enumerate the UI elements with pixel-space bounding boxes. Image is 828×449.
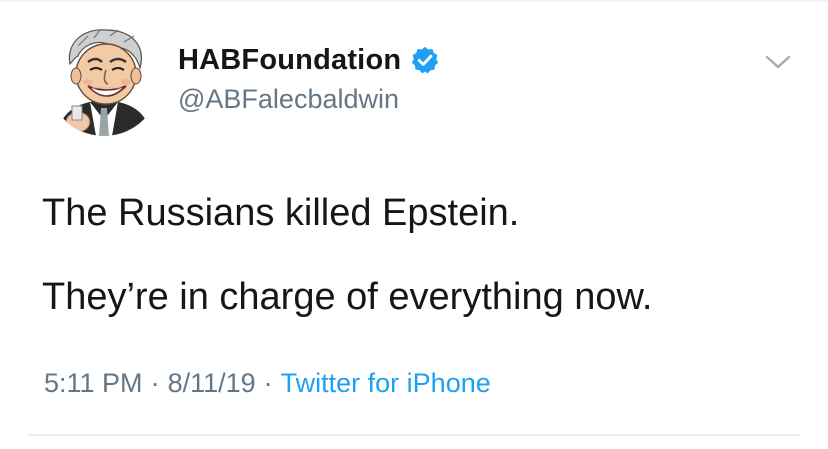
tweet-meta: 5:11 PM · 8/11/19 · Twitter for iPhone bbox=[44, 368, 491, 399]
tweet-source-link[interactable]: Twitter for iPhone bbox=[281, 368, 491, 399]
avatar[interactable] bbox=[48, 24, 160, 136]
meta-separator: · bbox=[150, 368, 160, 398]
meta-separator: · bbox=[263, 368, 273, 398]
bottom-divider bbox=[28, 434, 800, 436]
author-row: HABFoundation bbox=[178, 40, 440, 80]
caricature-avatar-icon bbox=[48, 24, 160, 136]
tweet-date[interactable]: 8/11/19 bbox=[168, 368, 256, 399]
chevron-down-icon[interactable] bbox=[764, 52, 792, 72]
display-name[interactable]: HABFoundation bbox=[178, 44, 401, 77]
tweet-card: HABFoundation @ABFalecbaldwin The Russia… bbox=[0, 0, 828, 449]
tweet-text-line: They’re in charge of everything now. bbox=[42, 276, 653, 318]
tweet-time[interactable]: 5:11 PM bbox=[44, 368, 143, 399]
tweet-text-line: The Russians killed Epstein. bbox=[42, 192, 520, 234]
verified-badge-icon bbox=[410, 45, 440, 75]
author-handle[interactable]: @ABFalecbaldwin bbox=[178, 84, 399, 115]
top-divider bbox=[0, 0, 828, 2]
